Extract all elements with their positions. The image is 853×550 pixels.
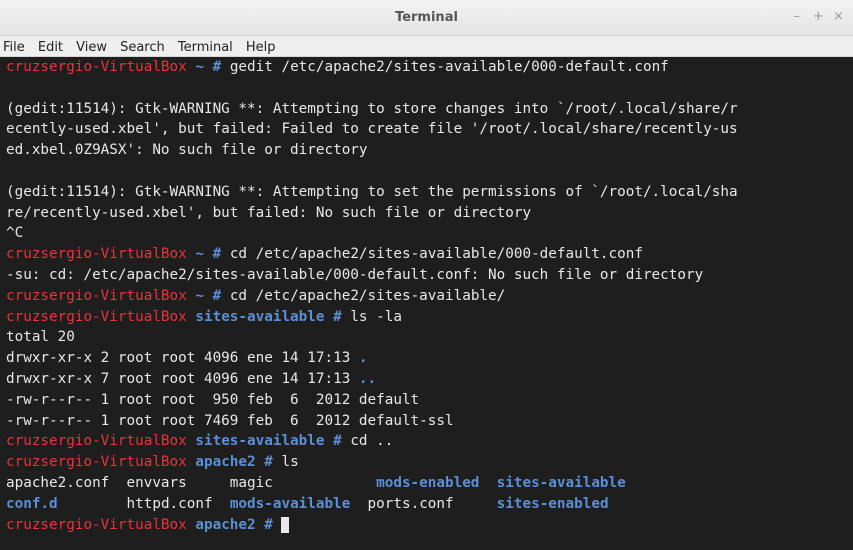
menu-edit[interactable]: Edit (34, 38, 67, 55)
directory-entry: .. (358, 370, 377, 387)
file-entry (479, 475, 496, 491)
prompt-line: cruzsergio-VirtualBox ~ # gedit /etc/apa… (6, 57, 853, 78)
prompt-line: cruzsergio-VirtualBox sites-available # … (6, 307, 853, 328)
minimize-button[interactable]: – (793, 9, 805, 24)
output-line: -su: cd: /etc/apache2/sites-available/00… (6, 265, 853, 286)
directory-entry: sites-enabled (496, 495, 609, 512)
file-entry: httpd.conf (57, 495, 230, 512)
directory-entry: . (358, 350, 368, 367)
text-cursor (281, 516, 290, 533)
prompt-line: cruzsergio-VirtualBox apache2 # ls (6, 452, 853, 473)
output-text: total 20 (6, 329, 75, 346)
prompt-hash: # (212, 287, 222, 304)
output-text: (gedit:11514): Gtk-WARNING **: Attemptin… (6, 183, 738, 200)
prompt-path: ~ (195, 246, 204, 263)
output-text: ^C (6, 225, 24, 242)
prompt-line: cruzsergio-VirtualBox apache2 # (6, 515, 853, 536)
output-text: (gedit:11514): Gtk-WARNING **: Attemptin… (6, 100, 738, 117)
directory-entry: mods-available (229, 495, 351, 512)
output-text: drwxr-xr-x 7 root root 4096 ene 14 17:13 (6, 370, 359, 387)
maximize-button[interactable]: + (813, 9, 825, 24)
prompt-user-host: cruzsergio-VirtualBox (6, 454, 187, 471)
menu-file[interactable]: File (0, 38, 29, 55)
title-bar[interactable]: Terminal – + × (0, 0, 853, 36)
output-line: (gedit:11514): Gtk-WARNING **: Attemptin… (6, 182, 853, 203)
directory-entry: mods-enabled (376, 474, 480, 491)
menu-bar: File Edit View Search Terminal Help (0, 36, 853, 57)
prompt-line: cruzsergio-VirtualBox ~ # cd /etc/apache… (6, 244, 853, 265)
output-text: re/recently-used.xbel', but failed: No s… (6, 204, 532, 221)
file-entry: ports.conf (350, 495, 497, 512)
prompt-user-host: cruzsergio-VirtualBox (6, 246, 187, 263)
output-text: -rw-r--r-- 1 root root 950 feb 6 2012 de… (6, 391, 420, 408)
prompt-path: ~ (195, 287, 204, 304)
prompt-line: cruzsergio-VirtualBox sites-available # … (6, 431, 853, 452)
prompt-user-host: cruzsergio-VirtualBox (6, 516, 187, 533)
prompt-path: apache2 (195, 516, 256, 533)
prompt-hash: # (264, 516, 273, 533)
ls-output-row: conf.d httpd.conf mods-available ports.c… (6, 494, 853, 515)
command-text: cd /etc/apache2/sites-available/ (229, 287, 506, 304)
output-text: ed.xbel.0Z9ASX': No such file or directo… (6, 142, 368, 159)
output-text: drwxr-xr-x 2 root root 4096 ene 14 17:13 (6, 350, 359, 367)
command-text: gedit /etc/apache2/sites-available/000-d… (229, 59, 669, 75)
window-title: Terminal (395, 10, 458, 25)
menu-help[interactable]: Help (242, 38, 280, 55)
output-line: ^C (6, 223, 853, 244)
prompt-hash: # (264, 454, 273, 471)
directory-entry: conf.d (6, 495, 58, 512)
prompt-hash: # (212, 59, 222, 75)
output-line: -rw-r--r-- 1 root root 7469 feb 6 2012 d… (6, 411, 853, 432)
command-text: ls -la (350, 308, 402, 325)
prompt-path: ~ (195, 59, 204, 75)
prompt-user-host: cruzsergio-VirtualBox (6, 433, 187, 450)
prompt-path: sites-available (195, 308, 325, 325)
prompt-user-host: cruzsergio-VirtualBox (6, 59, 187, 75)
directory-entry: sites-available (496, 474, 626, 491)
prompt-path: apache2 (195, 454, 256, 471)
command-text: cd .. (350, 433, 394, 450)
command-text: cd /etc/apache2/sites-available/000-defa… (229, 246, 643, 263)
output-text: ecently-used.xbel', but failed: Failed t… (6, 121, 738, 138)
menu-terminal[interactable]: Terminal (174, 38, 237, 55)
window-controls: – + × (793, 9, 845, 24)
output-text: -rw-r--r-- 1 root root 7469 feb 6 2012 d… (6, 412, 454, 429)
file-entry: apache2.conf envvars magic (6, 474, 377, 491)
prompt-user-host: cruzsergio-VirtualBox (6, 308, 187, 325)
command-text: ls (281, 454, 299, 471)
output-line: total 20 (6, 327, 853, 348)
output-line: ecently-used.xbel', but failed: Failed t… (6, 119, 853, 140)
output-line: drwxr-xr-x 2 root root 4096 ene 14 17:13… (6, 348, 853, 369)
prompt-path: sites-available (195, 433, 325, 450)
terminal-output[interactable]: cruzsergio-VirtualBox ~ # gedit /etc/apa… (0, 57, 853, 550)
menu-view[interactable]: View (72, 38, 111, 55)
prompt-hash: # (212, 246, 222, 263)
terminal-window: Terminal – + × File Edit View Search Ter… (0, 0, 853, 550)
prompt-line: cruzsergio-VirtualBox ~ # cd /etc/apache… (6, 286, 853, 307)
prompt-hash: # (333, 308, 342, 325)
ls-output-row: apache2.conf envvars magic mods-enabled … (6, 473, 853, 494)
close-button[interactable]: × (833, 9, 845, 24)
output-text: -su: cd: /etc/apache2/sites-available/00… (6, 266, 704, 283)
output-line: drwxr-xr-x 7 root root 4096 ene 14 17:13… (6, 369, 853, 390)
output-line: ed.xbel.0Z9ASX': No such file or directo… (6, 140, 853, 161)
menu-search[interactable]: Search (116, 38, 169, 55)
prompt-hash: # (333, 433, 342, 450)
output-line: -rw-r--r-- 1 root root 950 feb 6 2012 de… (6, 390, 853, 411)
prompt-user-host: cruzsergio-VirtualBox (6, 287, 187, 304)
output-line: (gedit:11514): Gtk-WARNING **: Attemptin… (6, 99, 853, 120)
output-line: re/recently-used.xbel', but failed: No s… (6, 203, 853, 224)
